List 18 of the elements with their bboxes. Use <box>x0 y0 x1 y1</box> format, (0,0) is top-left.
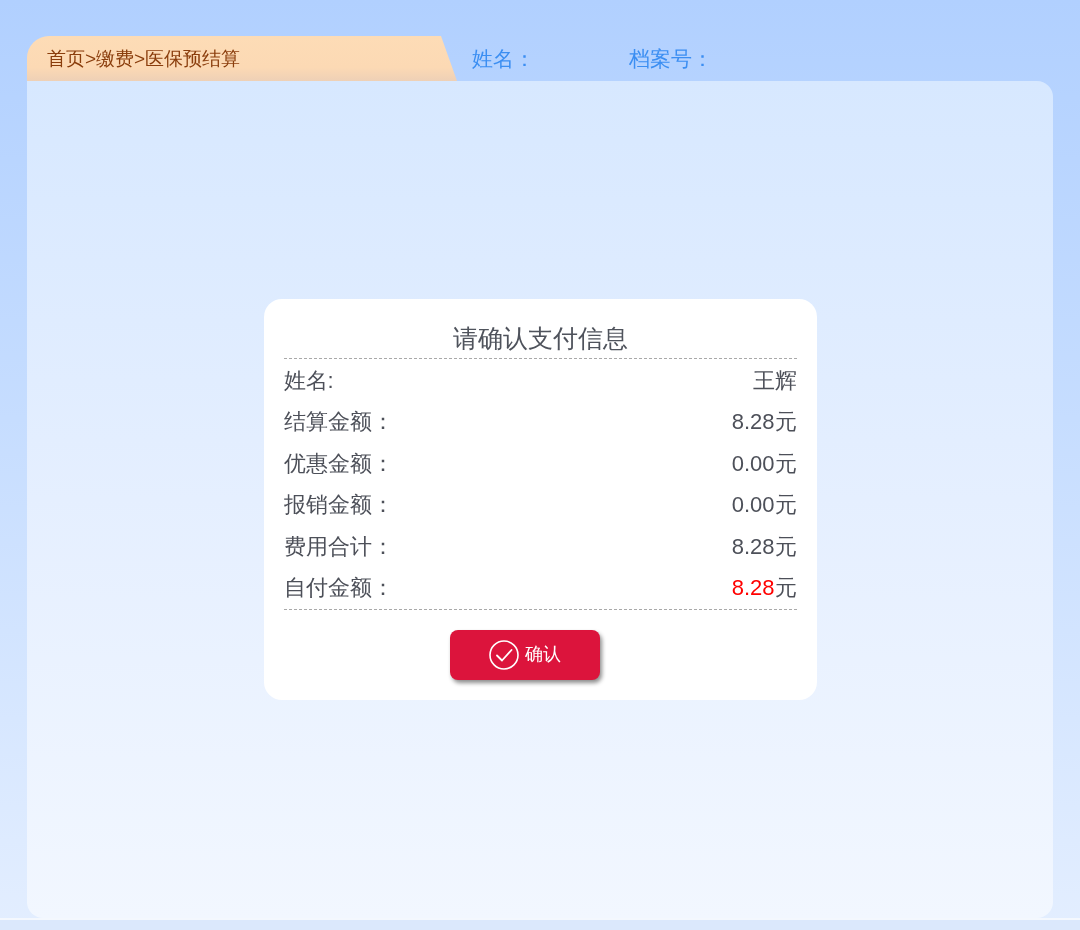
name-value: 王辉 <box>752 366 797 395</box>
confirm-button[interactable]: 确认 <box>449 629 600 680</box>
row-label: 优惠金额： <box>283 449 394 478</box>
field-label: 档案号： <box>629 45 713 72</box>
row-label: 报销金额： <box>283 491 394 520</box>
dialog-title: 请确认支付信息 <box>283 319 797 360</box>
row-label: 费用合计： <box>283 532 394 561</box>
check-circle-icon <box>488 639 519 670</box>
amount-value: 8.28元 <box>731 574 797 603</box>
amount-value: 8.28元 <box>731 532 797 561</box>
row-label: 自付金额： <box>283 574 394 603</box>
amount-value: 0.00元 <box>731 491 797 520</box>
breadcrumb-banner: 首页>缴费>医保预结算 <box>27 36 457 81</box>
field-label: 姓名： <box>472 45 535 72</box>
row-label: 姓名: <box>283 366 334 395</box>
amount-value: 8.28元 <box>731 408 797 437</box>
row-label: 结算金额： <box>283 408 394 437</box>
amount-value: 0.00元 <box>731 449 797 478</box>
